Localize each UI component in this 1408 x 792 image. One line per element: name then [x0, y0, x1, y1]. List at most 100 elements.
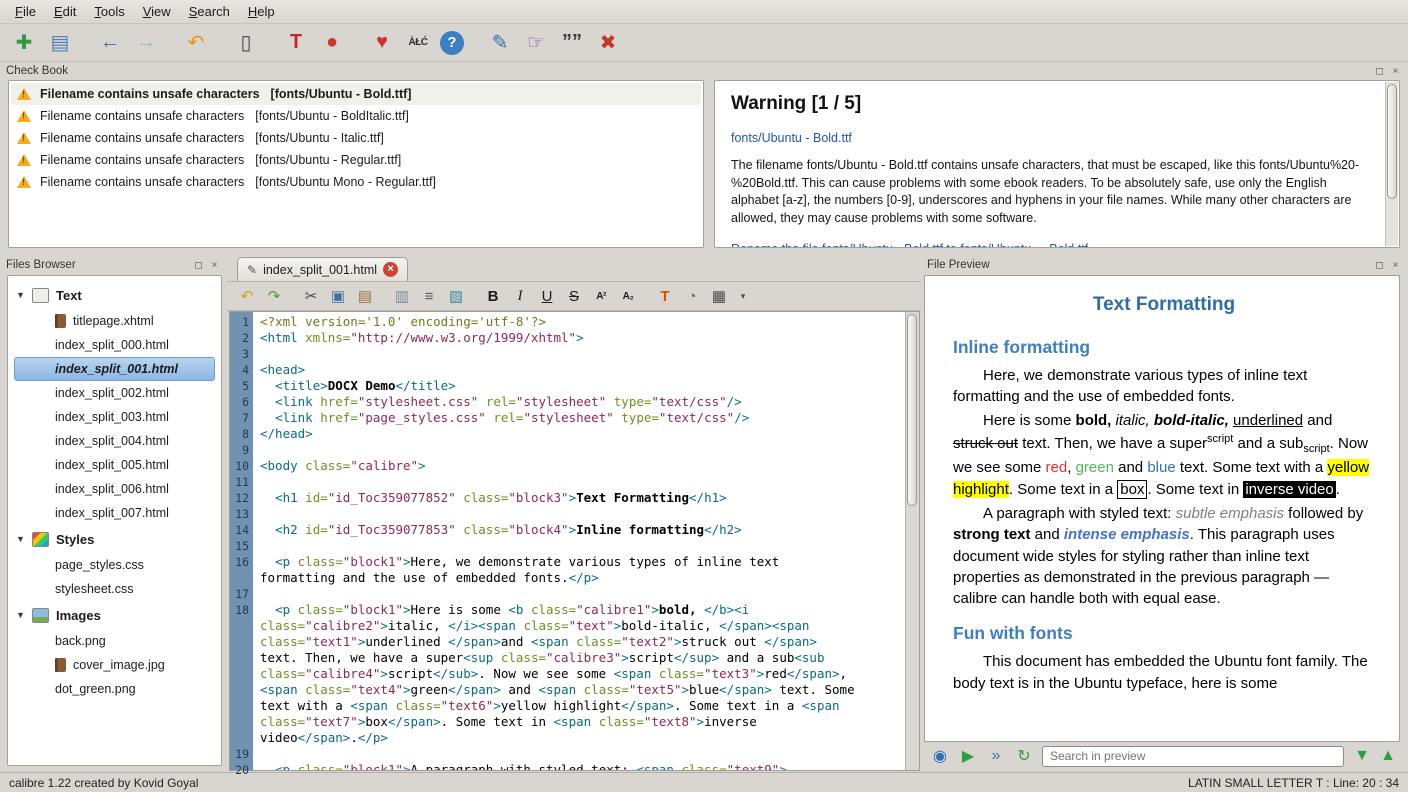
main-area: Files Browser ◻× ▼Texttitlepage.xhtmlind…	[0, 256, 1408, 772]
close-panel-icon[interactable]: ×	[1389, 65, 1402, 78]
code-editor[interactable]: <?xml version='1.0' encoding='utf-8'?><h…	[253, 312, 905, 770]
italic-icon[interactable]: I	[508, 284, 532, 308]
images-category-icon	[32, 608, 49, 623]
file-item[interactable]: index_split_006.html	[14, 477, 215, 501]
file-name: titlepage.xhtml	[73, 314, 154, 328]
preview-search-input[interactable]	[1042, 746, 1344, 767]
insert-table-icon[interactable]: ▦	[707, 284, 731, 308]
issue-row[interactable]: Filename contains unsafe characters[font…	[11, 149, 701, 171]
file-item[interactable]: page_styles.css	[14, 553, 215, 577]
remove-unused-css-icon[interactable]: ✖	[594, 29, 622, 57]
code-line: class="calibre4">script</sub>. Now we se…	[260, 666, 905, 682]
code-line	[260, 346, 905, 362]
sort-list-icon[interactable]: ≡	[417, 284, 441, 308]
copy-icon[interactable]: ▣	[326, 284, 350, 308]
code-line	[260, 474, 905, 490]
menu-edit[interactable]: Edit	[45, 1, 85, 22]
undo-icon[interactable]: ↶	[182, 29, 210, 57]
file-item[interactable]: index_split_003.html	[14, 405, 215, 429]
issue-fix-link[interactable]: Rename the file fonts/Ubuntu - Bold.ttf …	[731, 241, 1088, 248]
file-item[interactable]: dot_green.png	[14, 677, 215, 701]
find-next-icon[interactable]: ▼	[1351, 745, 1373, 767]
close-panel-icon[interactable]: ×	[1389, 259, 1402, 272]
bold-icon[interactable]: B	[481, 284, 505, 308]
issue-row[interactable]: Filename contains unsafe characters[font…	[11, 105, 701, 127]
code-line: </head>	[260, 426, 905, 442]
code-line: <body class="calibre">	[260, 458, 905, 474]
donate-icon[interactable]: ♥	[368, 29, 396, 57]
insert-image-icon[interactable]: ▧	[444, 284, 468, 308]
file-item[interactable]: index_split_000.html	[14, 333, 215, 357]
superscript-icon[interactable]: A²	[589, 284, 613, 308]
forward-icon[interactable]: →	[132, 29, 160, 57]
detail-scrollbar-thumb[interactable]	[1387, 84, 1397, 199]
code-line: text with a <span class="text6">yellow h…	[260, 698, 905, 714]
spell-check-icon[interactable]: ☞	[522, 29, 550, 57]
code-line: <p class="block1">Here is some <b class=…	[260, 602, 905, 618]
float-panel-icon[interactable]: ◻	[1373, 259, 1386, 272]
help-icon[interactable]: ?	[440, 31, 464, 55]
text-tools-icon[interactable]: T	[282, 29, 310, 57]
manage-fonts-icon[interactable]: ÀŁĆ	[404, 29, 432, 57]
check-book-icon[interactable]: ●	[318, 29, 346, 57]
code-line	[260, 586, 905, 602]
undo-icon[interactable]: ↶	[235, 284, 259, 308]
file-item[interactable]: index_split_004.html	[14, 429, 215, 453]
file-item[interactable]: index_split_005.html	[14, 453, 215, 477]
refresh-preview-icon[interactable]: ↻	[1013, 745, 1035, 767]
subscript-icon[interactable]: A₂	[616, 284, 640, 308]
code-line: <p class="block1">Here, we demonstrate v…	[260, 554, 905, 570]
float-panel-icon[interactable]: ◻	[192, 259, 205, 272]
close-panel-icon[interactable]: ×	[208, 259, 221, 272]
menu-tools[interactable]: Tools	[85, 1, 133, 22]
menu-file[interactable]: File	[6, 1, 45, 22]
table-dropdown-icon[interactable]: ▾	[734, 284, 758, 308]
menu-view[interactable]: View	[134, 1, 180, 22]
file-name: cover_image.jpg	[73, 658, 165, 672]
new-file-icon[interactable]: ✚	[10, 29, 38, 57]
underline-icon[interactable]: U	[535, 284, 559, 308]
file-item[interactable]: stylesheet.css	[14, 577, 215, 601]
redo-icon[interactable]: ↷	[262, 284, 286, 308]
files-section-styles[interactable]: ▼Styles	[11, 525, 218, 553]
menu-help[interactable]: Help	[239, 1, 284, 22]
insert-tag-icon[interactable]: ◔	[680, 284, 704, 308]
file-item[interactable]: index_split_007.html	[14, 501, 215, 525]
strikethrough-icon[interactable]: S	[562, 284, 586, 308]
file-item[interactable]: index_split_002.html	[14, 381, 215, 405]
tab-index-split-001[interactable]: ✎ index_split_001.html ×	[237, 257, 408, 281]
save-icon[interactable]: ▤	[46, 29, 74, 57]
editor-scrollbar[interactable]	[905, 312, 919, 770]
issue-row[interactable]: Filename contains unsafe characters[font…	[11, 83, 701, 105]
sync-position-icon[interactable]: »	[985, 745, 1007, 767]
code-line: class="calibre2">italic, </i><span class…	[260, 618, 905, 634]
styles-category-icon	[32, 532, 49, 547]
special-character-icon[interactable]: T	[653, 284, 677, 308]
cut-icon[interactable]: ✂	[299, 284, 323, 308]
statusbar: calibre 1.22 created by Kovid Goyal LATI…	[0, 772, 1408, 792]
file-name: index_split_000.html	[55, 338, 169, 352]
back-icon[interactable]: ←	[96, 29, 124, 57]
paste-icon[interactable]: ▤	[353, 284, 377, 308]
issue-row[interactable]: Filename contains unsafe characters[font…	[11, 171, 701, 193]
insert-file-icon[interactable]: ▥	[390, 284, 414, 308]
file-item[interactable]: titlepage.xhtml	[14, 309, 215, 333]
run-preview-icon[interactable]: ▶	[957, 745, 979, 767]
editor-scrollbar-thumb[interactable]	[907, 314, 917, 506]
open-in-browser-icon[interactable]: ◉	[929, 745, 951, 767]
issue-file-link[interactable]: fonts/Ubuntu - Bold.ttf	[731, 130, 852, 148]
edit-toc-icon[interactable]: ✎	[486, 29, 514, 57]
files-section-text[interactable]: ▼Text	[11, 281, 218, 309]
close-tab-icon[interactable]: ×	[383, 262, 398, 277]
detail-scrollbar[interactable]	[1385, 82, 1398, 246]
file-item[interactable]: index_split_001.html	[14, 357, 215, 381]
file-item[interactable]: back.png	[14, 629, 215, 653]
menu-search[interactable]: Search	[180, 1, 239, 22]
issue-row[interactable]: Filename contains unsafe characters[font…	[11, 127, 701, 149]
find-prev-icon[interactable]: ▲	[1377, 745, 1399, 767]
device-preview-icon[interactable]: ▯	[232, 29, 260, 57]
files-section-images[interactable]: ▼Images	[11, 601, 218, 629]
smarten-punctuation-icon[interactable]: ””	[558, 29, 586, 57]
file-item[interactable]: cover_image.jpg	[14, 653, 215, 677]
float-panel-icon[interactable]: ◻	[1373, 65, 1386, 78]
